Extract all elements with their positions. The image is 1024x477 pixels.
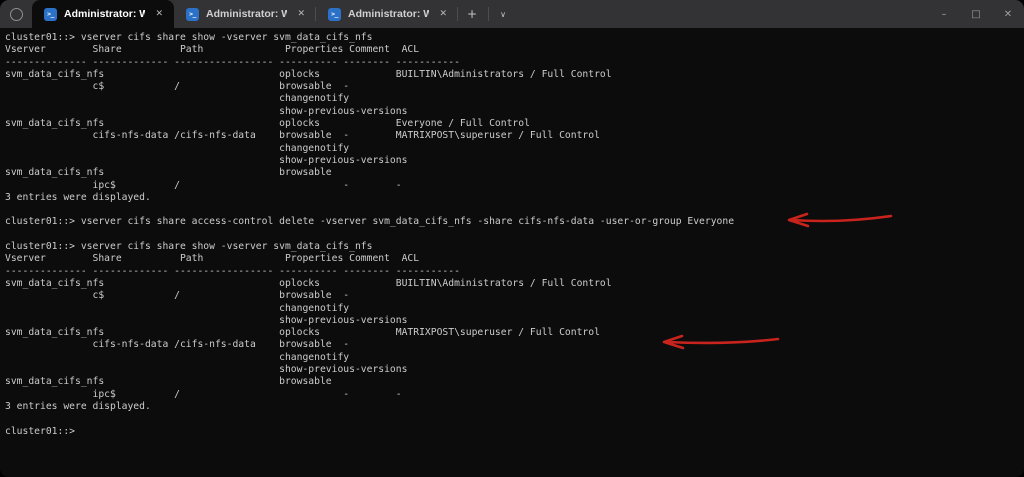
minimize-button[interactable]: – <box>928 0 960 28</box>
terminal-line: svm_data_cifs_nfs browsable <box>5 376 332 388</box>
terminal-tab[interactable]: >_ Administrator: Windows Powe ✕ <box>316 0 458 28</box>
tab-close-icon[interactable]: ✕ <box>294 7 308 21</box>
tab-close-icon[interactable]: ✕ <box>152 7 166 21</box>
terminal-line: svm_data_cifs_nfs oplocks MATRIXPOST\sup… <box>5 327 600 339</box>
tab-label: Administrator: Windows Powe <box>64 8 146 20</box>
terminal-line: cluster01::> vserver cifs share access-c… <box>5 216 735 228</box>
terminal-line: changenotify <box>5 93 350 105</box>
titlebar-drag-area <box>515 0 928 28</box>
terminal-line: svm_data_cifs_nfs oplocks BUILTIN\Admini… <box>5 277 612 289</box>
terminal-line: -------------- ------------- -----------… <box>5 56 460 68</box>
terminal-line: show-previous-versions <box>5 364 408 376</box>
terminal-line: cluster01::> vserver cifs share show -vs… <box>5 241 373 253</box>
tab-label: Administrator: Windows Powe <box>348 8 430 20</box>
window-controls: – □ ✕ <box>928 0 1024 28</box>
powershell-icon: >_ <box>44 7 57 21</box>
terminal-line: ipc$ / - - <box>5 388 402 400</box>
terminal-line: cluster01::> <box>5 425 75 437</box>
terminal-line: svm_data_cifs_nfs oplocks Everyone / Ful… <box>5 118 530 130</box>
terminal-line: changenotify <box>5 351 350 363</box>
close-button[interactable]: ✕ <box>992 0 1024 28</box>
powershell-icon: >_ <box>186 7 199 21</box>
terminal-window: >_ Administrator: Windows Powe ✕ >_ Admi… <box>0 0 1024 477</box>
terminal-line: show-previous-versions <box>5 154 408 166</box>
terminal-line: svm_data_cifs_nfs browsable <box>5 167 332 179</box>
terminal-line: show-previous-versions <box>5 314 408 326</box>
terminal-line: c$ / browsable - <box>5 81 350 93</box>
terminal-tab[interactable]: >_ Administrator: Windows Powe ✕ <box>174 0 316 28</box>
terminal-line: cluster01::> vserver cifs share show -vs… <box>5 32 373 43</box>
tabbar-separator <box>488 7 490 21</box>
terminal-line: cifs-nfs-data /cifs-nfs-data browsable - <box>5 339 350 351</box>
terminal-line: c$ / browsable - <box>5 290 350 302</box>
terminal-line: -------------- ------------- -----------… <box>5 265 460 277</box>
terminal-output: cluster01::> vserver cifs share show -vs… <box>5 32 1024 438</box>
terminal-line: Vserver Share Path Properties Comment AC… <box>5 253 420 265</box>
terminal-line: svm_data_cifs_nfs oplocks BUILTIN\Admini… <box>5 68 612 80</box>
terminal-line: 3 entries were displayed. <box>5 191 151 203</box>
terminal-tab[interactable]: >_ Administrator: Windows Powe ✕ <box>32 0 174 28</box>
tab-dropdown-button[interactable]: ∨ <box>491 5 515 23</box>
maximize-button[interactable]: □ <box>960 0 992 28</box>
terminal-line: show-previous-versions <box>5 105 408 117</box>
terminal-content[interactable]: cluster01::> vserver cifs share show -vs… <box>0 28 1024 477</box>
tab-strip: >_ Administrator: Windows Powe ✕ >_ Admi… <box>32 0 458 28</box>
terminal-line: cifs-nfs-data /cifs-nfs-data browsable -… <box>5 130 600 142</box>
title-bar: >_ Administrator: Windows Powe ✕ >_ Admi… <box>0 0 1024 28</box>
terminal-line: 3 entries were displayed. <box>5 400 151 412</box>
new-tab-button[interactable]: + <box>458 4 486 24</box>
terminal-line: changenotify <box>5 142 350 154</box>
terminal-line: Vserver Share Path Properties Comment AC… <box>5 44 420 56</box>
tab-label: Administrator: Windows Powe <box>206 8 288 20</box>
powershell-icon: >_ <box>328 7 341 21</box>
terminal-line: ipc$ / - - <box>5 179 402 191</box>
tab-close-icon[interactable]: ✕ <box>436 7 450 21</box>
terminal-line: changenotify <box>5 302 350 314</box>
app-icon <box>10 7 23 21</box>
